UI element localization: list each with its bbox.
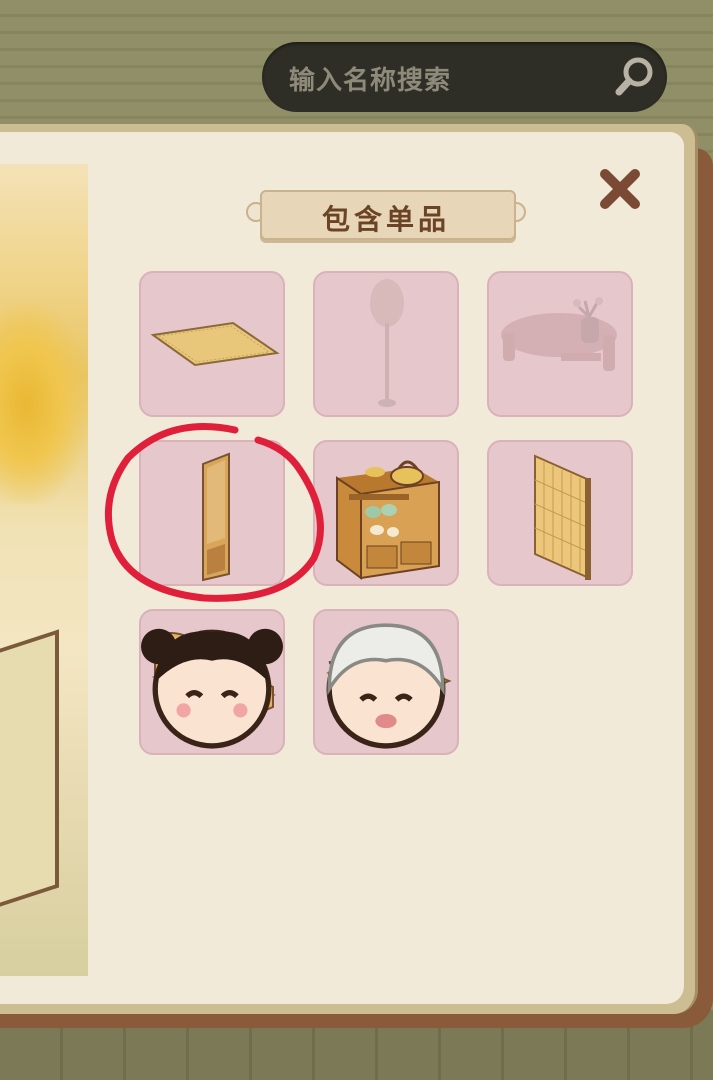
item-slot-rattan-mat[interactable]	[139, 271, 285, 417]
search-bar[interactable]: 输入名称搜索	[262, 42, 667, 112]
close-icon[interactable]	[597, 166, 643, 212]
scene-illustration	[0, 164, 88, 976]
wooden-door-icon	[202, 452, 230, 582]
girl-avatar-icon	[141, 628, 283, 749]
item-slot-round-fan-lamp[interactable]	[313, 271, 459, 417]
title-banner: 包含单品	[246, 188, 526, 242]
house-wall	[0, 629, 59, 907]
white-hair-avatar-icon	[326, 623, 446, 749]
item-slot-bamboo-screen[interactable]	[487, 440, 633, 586]
rattan-mat-icon	[150, 321, 280, 367]
tree-foliage	[0, 304, 88, 504]
tea-cabinet-icon	[336, 460, 440, 580]
item-slot-tea-cabinet[interactable]	[313, 440, 459, 586]
search-icon[interactable]	[611, 54, 657, 100]
tea-table-icon	[501, 297, 617, 371]
fan-lamp-icon	[370, 279, 404, 407]
search-input[interactable]: 输入名称搜索	[289, 60, 451, 97]
item-slot-rattan-bed[interactable]	[139, 609, 285, 755]
item-slot-wooden-door[interactable]	[139, 440, 285, 586]
bamboo-screen-icon	[534, 454, 591, 580]
item-slot-low-tea-table[interactable]	[487, 271, 633, 417]
panel-title: 包含单品	[321, 203, 450, 236]
item-slot-bamboo-daybed[interactable]	[313, 609, 459, 755]
